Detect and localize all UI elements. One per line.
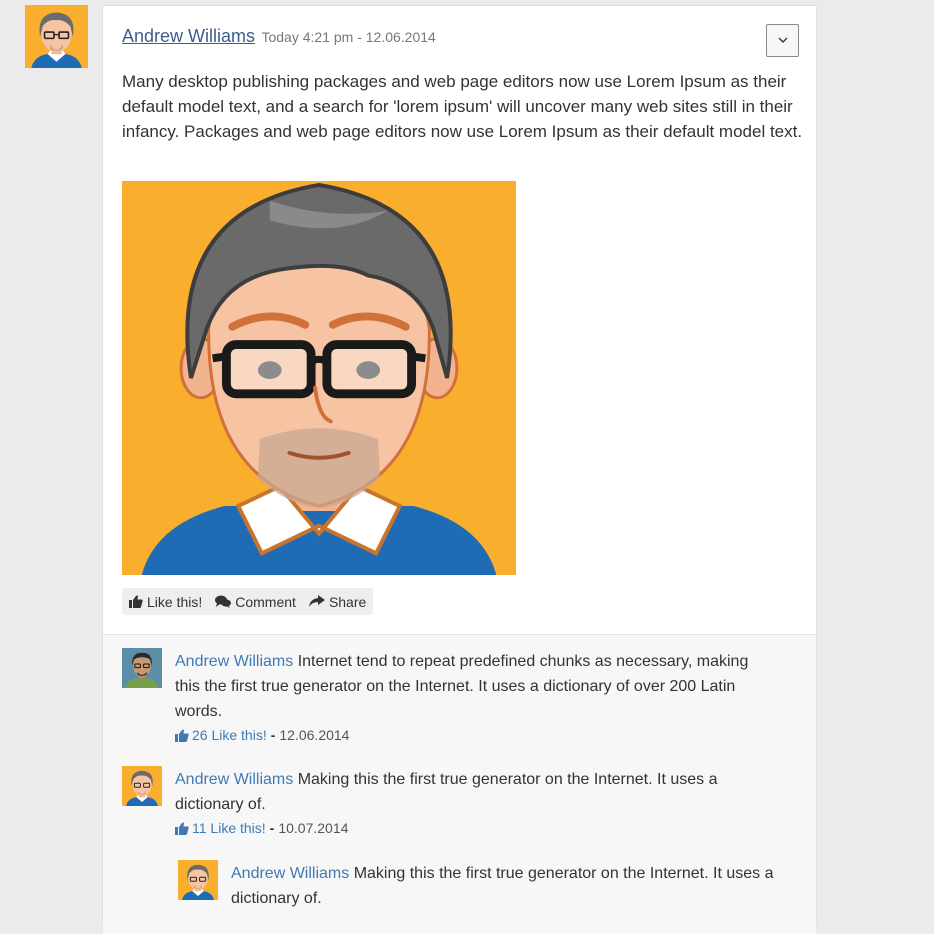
- post-text: Many desktop publishing packages and web…: [122, 72, 803, 141]
- chevron-down-icon: [778, 37, 787, 43]
- thumbs-up-icon: [175, 822, 189, 835]
- meta-separator: -: [270, 727, 276, 743]
- avatar-illustration: [122, 766, 162, 806]
- comments-icon: [215, 595, 232, 608]
- comment-author-avatar[interactable]: [122, 766, 162, 806]
- comment-like-count: 26 Like this!: [192, 727, 267, 743]
- comment-like-button[interactable]: 26 Like this!: [175, 725, 267, 745]
- comment-date: 10.07.2014: [278, 820, 349, 836]
- comment-date: 12.06.2014: [279, 727, 350, 743]
- share-arrow-icon: [308, 595, 325, 607]
- comment-author-link[interactable]: Andrew Williams: [175, 653, 293, 670]
- comment-button[interactable]: Comment: [215, 594, 296, 610]
- post-author-link[interactable]: Andrew Williams: [122, 26, 255, 46]
- comment-meta: 11 Like this! - 10.07.2014: [175, 818, 785, 838]
- avatar-illustration: [25, 5, 88, 68]
- avatar-illustration: [122, 181, 516, 575]
- post-timestamp: Today 4:21 pm - 12.06.2014: [261, 29, 436, 45]
- post-image[interactable]: [122, 181, 516, 575]
- comment-like-count: 11 Like this!: [192, 820, 266, 836]
- comment-like-button[interactable]: 11 Like this!: [175, 818, 266, 838]
- comment-meta: 26 Like this! - 12.06.2014: [175, 725, 775, 745]
- avatar-illustration: [122, 648, 162, 688]
- comment-author-avatar[interactable]: [178, 860, 218, 900]
- comment-author-link[interactable]: Andrew Williams: [231, 865, 349, 882]
- comment-label: Comment: [235, 593, 296, 610]
- post-header: Andrew Williams Today 4:21 pm - 12.06.20…: [122, 26, 436, 47]
- thumbs-up-icon: [129, 595, 143, 608]
- share-button[interactable]: Share: [308, 593, 367, 610]
- comment-author-link[interactable]: Andrew Williams: [175, 771, 293, 788]
- like-label: Like this!: [147, 593, 203, 610]
- avatar-illustration: [178, 860, 218, 900]
- like-button[interactable]: Like this!: [129, 594, 202, 610]
- post-options-dropdown-button[interactable]: [766, 24, 799, 57]
- thumbs-up-icon: [175, 729, 189, 742]
- share-label: Share: [328, 593, 367, 610]
- post-action-bar: Like this! Comment Share: [122, 588, 374, 615]
- post-card: Andrew Williams Today 4:21 pm - 12.06.20…: [102, 5, 817, 934]
- meta-separator: -: [269, 820, 275, 836]
- post-author-avatar[interactable]: [25, 5, 88, 68]
- comment-author-avatar[interactable]: [122, 648, 162, 688]
- comments-section: Andrew Williams Internet tend to repeat …: [103, 634, 816, 934]
